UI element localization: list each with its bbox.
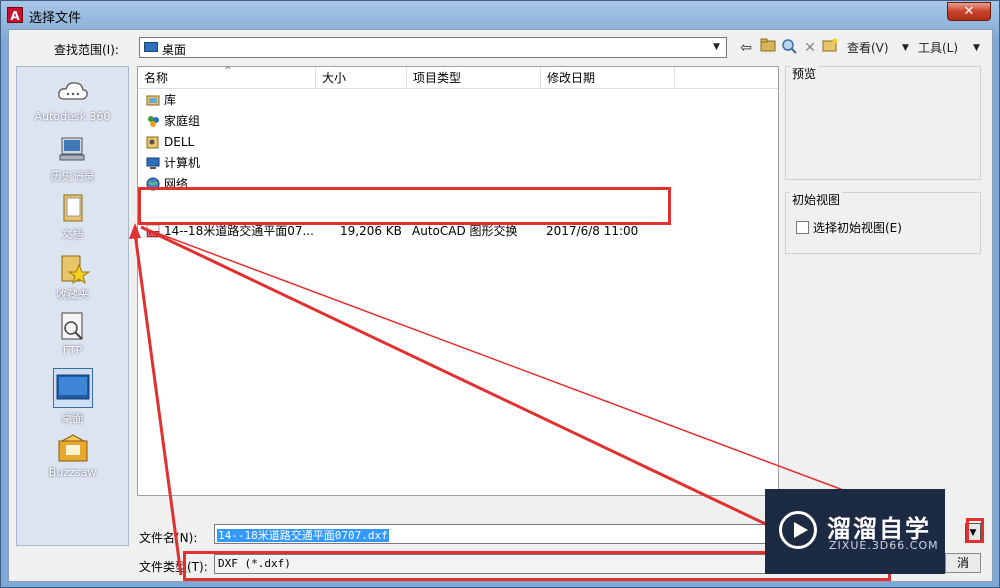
place-buzzsaw[interactable]: Buzzsaw xyxy=(17,433,128,479)
favorites-icon xyxy=(56,253,91,285)
list-item[interactable]: DELL xyxy=(138,132,778,153)
lookin-dropdown[interactable]: 桌面 ▼ xyxy=(139,37,727,58)
sort-caret-icon: ^ xyxy=(224,66,232,76)
column-header-name[interactable]: 名称 ^ xyxy=(138,66,316,89)
homegroup-icon xyxy=(148,116,159,127)
file-size: 19,206 KB xyxy=(340,224,402,238)
tools-dropdown-icon[interactable]: ▼ xyxy=(973,38,980,58)
chevron-down-icon[interactable]: ▼ xyxy=(709,40,724,55)
view-menu[interactable]: 查看(V) xyxy=(847,38,889,58)
column-header-size[interactable]: 大小 xyxy=(316,67,407,89)
initial-view-checkbox[interactable] xyxy=(796,221,809,234)
new-folder-icon[interactable] xyxy=(821,38,839,58)
file-name: DELL xyxy=(164,135,195,149)
initial-view-title: 初始视图 xyxy=(790,191,843,208)
user-folder-icon xyxy=(146,136,159,149)
file-name: 库 xyxy=(164,93,177,107)
search-web-icon[interactable] xyxy=(780,38,798,58)
preview-panel: 预览 xyxy=(785,65,981,180)
documents-icon xyxy=(56,193,90,223)
column-header-type[interactable]: 项目类型 xyxy=(407,67,541,89)
cloud-icon xyxy=(56,77,90,107)
filename-value: 14--18米道路交通平面0707.dxf xyxy=(217,529,389,542)
tools-menu[interactable]: 工具(L) xyxy=(918,38,958,58)
filetype-dropdown[interactable]: DXF (*.dxf) xyxy=(214,554,769,574)
network-icon xyxy=(146,177,160,191)
file-type: AutoCAD 图形交换 xyxy=(412,224,518,238)
file-name: 计算机 xyxy=(164,156,201,170)
close-button[interactable]: ✕ xyxy=(947,2,991,21)
place-label: 收藏夹 xyxy=(56,288,89,301)
window-title: 选择文件 xyxy=(29,11,82,26)
cancel-button[interactable]: 消 xyxy=(945,553,981,573)
file-date: 2017/6/8 11:00 xyxy=(546,224,639,238)
open-dropdown-button[interactable]: ▼ xyxy=(965,523,981,543)
library-icon xyxy=(146,95,160,106)
list-item[interactable]: 计算机 xyxy=(138,153,778,174)
computer-icon xyxy=(146,157,160,169)
filetype-label: 文件类型(T): xyxy=(139,560,208,574)
filename-label: 文件名(N): xyxy=(139,531,198,545)
place-documents[interactable]: 文档 xyxy=(17,193,128,242)
desktop-icon xyxy=(144,42,158,52)
preview-title: 预览 xyxy=(790,65,819,82)
initial-view-checkbox-label[interactable]: 选择初始视图(E) xyxy=(813,219,902,236)
autocad-app-icon: A xyxy=(7,7,23,23)
place-label: 历史记录 xyxy=(50,170,95,183)
history-icon xyxy=(56,135,90,165)
place-autodesk-360[interactable]: Autodesk 360 xyxy=(17,77,128,123)
buzzsaw-icon xyxy=(56,433,90,463)
lookin-value: 桌面 xyxy=(162,43,187,57)
list-item[interactable]: 网络 xyxy=(138,174,778,195)
watermark-subtitle: ZIXUE.3D66.COM xyxy=(829,539,939,552)
file-dialog-window: A 选择文件 ✕ 查找范围(I): 桌面 ▼ ⇦ ✕ 查看(V) ▼ 工具(L)… xyxy=(0,0,1000,588)
column-header-name-label: 名称 xyxy=(144,71,169,85)
desktop-icon xyxy=(52,368,93,408)
place-desktop[interactable]: 桌面 xyxy=(17,368,128,426)
title-bar[interactable]: A 选择文件 ✕ xyxy=(1,1,999,29)
place-ftp[interactable]: FTP xyxy=(17,311,128,357)
filename-input[interactable]: 14--18米道路交通平面0707.dxf xyxy=(214,524,769,544)
column-header-spacer xyxy=(675,67,778,89)
file-name: 网络 xyxy=(164,177,189,191)
column-header-date[interactable]: 修改日期 xyxy=(541,67,675,89)
place-label: 文档 xyxy=(61,228,84,241)
lookin-label: 查找范围(I): xyxy=(54,43,119,57)
file-name: 家庭组 xyxy=(164,114,201,128)
place-history[interactable]: 历史记录 xyxy=(17,135,128,184)
initial-view-group: 初始视图 选择初始视图(E) xyxy=(785,191,981,254)
place-label: FTP xyxy=(62,344,83,357)
list-item[interactable]: 家庭组 xyxy=(138,111,778,132)
watermark-logo: 溜溜自学 ZIXUE.3D66.COM xyxy=(765,489,945,574)
places-bar: Autodesk 360 历史记录 文档 收藏夹 FTP 桌面 Buzzsaw xyxy=(16,66,129,546)
place-label: Autodesk 360 xyxy=(34,110,111,123)
file-list[interactable]: 名称 ^ 大小 项目类型 修改日期 库 家庭组 DELL 计算机 网络 DXF … xyxy=(137,66,779,496)
view-dropdown-icon[interactable]: ▼ xyxy=(902,38,909,58)
place-favorites[interactable]: 收藏夹 xyxy=(17,253,128,302)
delete-icon[interactable]: ✕ xyxy=(801,38,819,58)
dxf-file-icon: DXF xyxy=(146,224,160,238)
table-row-dxf-file[interactable]: DXF 14--18米道路交通平面07... 19,206 KB AutoCAD… xyxy=(138,221,778,242)
place-label: Buzzsaw xyxy=(48,466,97,479)
file-name: 14--18米道路交通平面07... xyxy=(164,224,314,238)
list-item[interactable]: 库 xyxy=(138,90,778,111)
place-label: 桌面 xyxy=(61,412,84,425)
play-icon xyxy=(779,511,817,549)
back-icon[interactable]: ⇦ xyxy=(737,38,755,58)
up-folder-icon[interactable] xyxy=(759,38,777,58)
ftp-icon xyxy=(56,311,90,341)
svg-text:DXF: DXF xyxy=(148,232,158,238)
